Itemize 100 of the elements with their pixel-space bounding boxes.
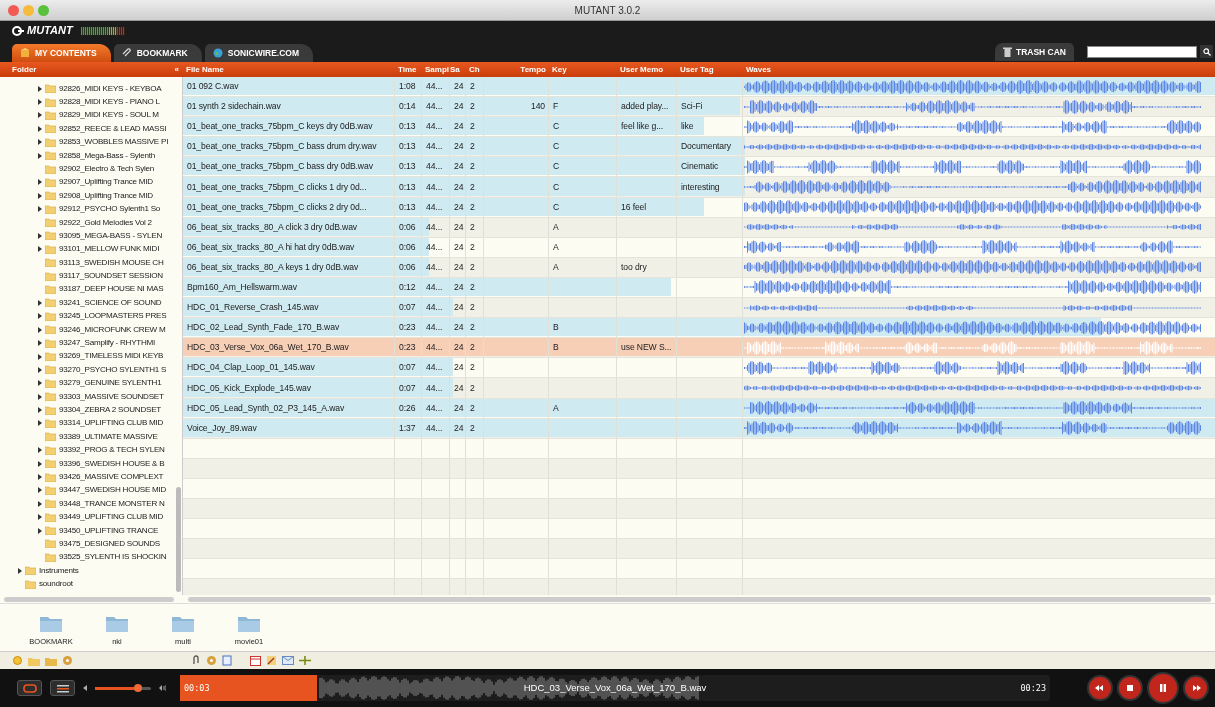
collapse-button[interactable]: « [174,63,179,76]
trash-button[interactable]: TRASH CAN [994,43,1074,61]
table-row[interactable]: 01_beat_one_tracks_75bpm_C bass drum dry.wav 0:13 44... 24 2 C Documentary [183,137,1215,158]
tree-item[interactable]: 92922_Gold Melodies Vol 2 [59,216,152,229]
table-row[interactable]: HDC_05_Kick_Explode_145.wav 0:07 44... 24 2 [183,378,1215,399]
tree-item[interactable]: 92829_MIDI KEYS - SOUL M [59,109,159,122]
table-row[interactable]: Voice_Joy_89.wav 1:37 44... 24 2 [183,418,1215,439]
pause-button[interactable] [1147,672,1179,704]
scrollbar[interactable] [188,596,1211,602]
envelope-icon[interactable] [282,656,294,665]
column-header[interactable]: File Name [183,63,395,76]
tab[interactable]: SONICWIRE.COM [204,44,314,62]
close-button[interactable] [8,5,19,16]
tab[interactable]: BOOKMARK [113,44,202,62]
tree-item[interactable]: 92828_MIDI KEYS - PIANO L [59,96,160,109]
tree-item[interactable]: 93448_TRANCE MONSTER N [59,497,165,510]
tree-item[interactable]: 93187_DEEP HOUSE NI MAS [59,283,164,296]
column-header[interactable]: Ch [466,63,484,76]
table-cell: 0:06 [399,260,416,274]
stop-button[interactable] [1117,675,1143,701]
tree-item[interactable]: 93304_ZEBRA 2 SOUNDSET [59,404,161,417]
table-row[interactable]: 06_beat_six_tracks_80_A keys 1 dry 0dB.wav 0:06 44... 24 2 A too dry [183,257,1215,278]
document-icon[interactable] [222,655,232,666]
column-header[interactable]: Sa [450,63,466,76]
table-row[interactable]: HDC_02_Lead_Synth_Fade_170_B.wav 0:23 44... 24 2 B [183,318,1215,339]
tree-item[interactable]: 92908_Uplifting Trance MID [59,189,153,202]
column-header[interactable]: Waves [743,63,1215,76]
table-cell: 2 [470,421,475,435]
column-header[interactable]: Tempo [484,63,549,76]
table-row[interactable]: 01 092 C.wav 1:08 44... 24 2 [183,77,1215,98]
scrollbar[interactable] [4,596,174,602]
column-header[interactable]: Time [395,63,422,76]
tree-item[interactable]: 93241_SCIENCE OF SOUND [59,296,162,309]
tree-item[interactable]: 93392_PROG & TECH SYLEN [59,444,165,457]
table-cell: 1:37 [399,421,416,435]
tree-item[interactable]: 92902_Electro & Tech Sylen [59,162,155,176]
tree-item[interactable]: 93117_SOUNDSET SESSION [59,270,163,283]
folder-icon [45,499,56,509]
tree-item[interactable]: 93450_UPLIFTING TRANCE [59,524,159,537]
folder-icon [45,459,56,469]
column-header[interactable]: User Memo [617,63,677,76]
expand-arrow-icon[interactable] [37,233,42,239]
table-row[interactable]: 01_beat_one_tracks_75bpm_C clicks 2 dry 0d... 0:13 44... 24 2 C 16 feel [183,197,1215,218]
table-row[interactable]: Bpm160_Am_Hellswarm.wav 0:12 44... 24 2 [183,277,1215,299]
column-header[interactable]: Sampl [422,63,450,76]
arrows-icon[interactable] [299,656,311,665]
search-button[interactable] [1200,45,1213,58]
tree-item[interactable]: 93279_GENUINE SYLENTH1 [59,377,162,390]
tree-item[interactable]: 93247_Samplify - RHYTHMI [59,337,156,350]
tree-item[interactable]: 93095_MEGA-BASS - SYLEN [59,229,163,243]
expand-arrow-icon[interactable] [37,474,42,480]
table-row[interactable]: 01_beat_one_tracks_75bpm_C clicks 1 dry 0d... 0:13 44... 24 2 C interesting [183,177,1215,198]
tree-item[interactable]: 93475_DESIGNED SOUNDS [59,537,160,551]
tree-item[interactable]: 93270_PSYCHO SYLENTH1 S [59,363,167,376]
table-row[interactable]: HDC_03_Verse_Vox_06a_Wet_170_B.wav 0:23 44... 24 2 B use NEW S... [183,338,1215,359]
paperclip-icon[interactable] [191,655,201,666]
tree-item[interactable]: 92912_PSYCHO Sylenth1 So [59,203,161,216]
column-header[interactable]: User Tag [677,63,743,76]
table-row[interactable]: 01_beat_one_tracks_75bpm_C keys dry 0dB.wav 0:13 44... 24 2 C feel like g... like [183,117,1215,138]
tree-item[interactable]: 92858_Mega-Bass - Sylenth [59,149,155,162]
scrollbar[interactable] [176,487,181,592]
rewind-button[interactable] [1087,675,1113,701]
table-row[interactable]: HDC_04_Clap_Loop_01_145.wav 0:07 44... 24 2 [183,358,1215,379]
expand-arrow-icon[interactable] [17,567,22,574]
table-icon[interactable] [250,655,261,666]
tree-item[interactable]: soundroot [39,578,73,591]
tree-item[interactable]: 93303_MASSIVE SOUNDSET [59,390,164,403]
tree-item[interactable]: 93245_LOOPMASTERS PRES [59,310,167,323]
tree-item[interactable]: 93426_MASSIVE COMPLEXT [59,470,164,484]
tree-item[interactable]: 93246_MICROFUNK CREW M [59,323,166,336]
tree-item[interactable]: 93396_SWEDISH HOUSE & B [59,457,165,470]
playlist-button[interactable] [50,680,75,696]
pencil-icon[interactable] [266,655,277,666]
table-cell: 24 [454,160,464,174]
table-cell: 0:13 [399,180,416,194]
folder-icon [45,110,56,120]
tree-item[interactable]: 93269_TIMELESS MIDI KEYB [59,350,164,363]
table-row[interactable]: HDC_01_Reverse_Crash_145.wav 0:07 44... 24 2 [183,298,1215,319]
loop-button[interactable] [17,680,42,696]
tree-item[interactable]: 93525_SYLENTH IS SHOCKIN [59,551,167,564]
table-row[interactable]: 01_beat_one_tracks_75bpm_C bass dry 0dB.wav 0:13 44... 24 2 C Cinematic [183,157,1215,178]
tree-item[interactable]: 93113_SWEDISH MOUSE CH [59,256,164,269]
forward-button[interactable] [1183,675,1209,701]
tree-item[interactable]: 93447_SWEDISH HOUSE MID [59,484,167,497]
column-header[interactable]: Key [549,63,617,76]
tree-item[interactable]: 92852_REECE & LEAD MASSI [59,122,167,135]
search-field[interactable] [1087,46,1197,58]
tree-item[interactable]: 92907_Uplifting Trance MID [59,176,153,189]
tree-item[interactable]: Instruments [39,564,79,577]
tree-item[interactable]: 93389_ULTIMATE MASSIVE [59,430,158,443]
tree-item[interactable]: 92853_WOBBLES MASSIVE PI [59,136,169,149]
tree-item[interactable]: 92826_MIDI KEYS - KEYBOA [59,82,162,95]
tree-item[interactable]: 93101_MELLOW FUNK MIDI [59,243,160,256]
table-row[interactable]: HDC_05_Lead_Synth_02_P3_145_A.wav 0:26 44... 24 2 A [183,398,1215,419]
tree-item[interactable]: 93314_UPLIFTING CLUB MID [59,417,164,430]
table-cell: 0:07 [399,301,416,314]
table-row[interactable]: 01 synth 2 sidechain.wav 0:14 44... 24 2 140 F added play... Sci-Fi [183,97,1215,118]
table-row[interactable]: 06_beat_six_tracks_80_A hi hat dry 0dB.wav 0:06 44... 24 2 A [183,237,1215,258]
table-row[interactable]: 06_beat_six_tracks_80_A click 3 dry 0dB.wav 0:06 44... 24 2 A [183,217,1215,238]
tree-item[interactable]: 93449_UPLIFTING CLUB MID [59,511,164,524]
